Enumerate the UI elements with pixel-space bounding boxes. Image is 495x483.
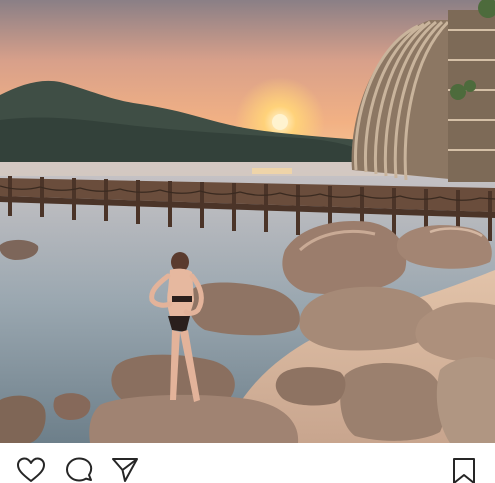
bookmark-icon[interactable] — [450, 457, 480, 483]
paper-plane-icon[interactable] — [110, 457, 140, 483]
post-photo[interactable] — [0, 0, 495, 443]
comment-icon[interactable] — [64, 457, 94, 483]
post-action-bar — [0, 443, 495, 483]
sunset-resort-photo — [0, 0, 495, 443]
heart-icon[interactable] — [16, 457, 46, 483]
